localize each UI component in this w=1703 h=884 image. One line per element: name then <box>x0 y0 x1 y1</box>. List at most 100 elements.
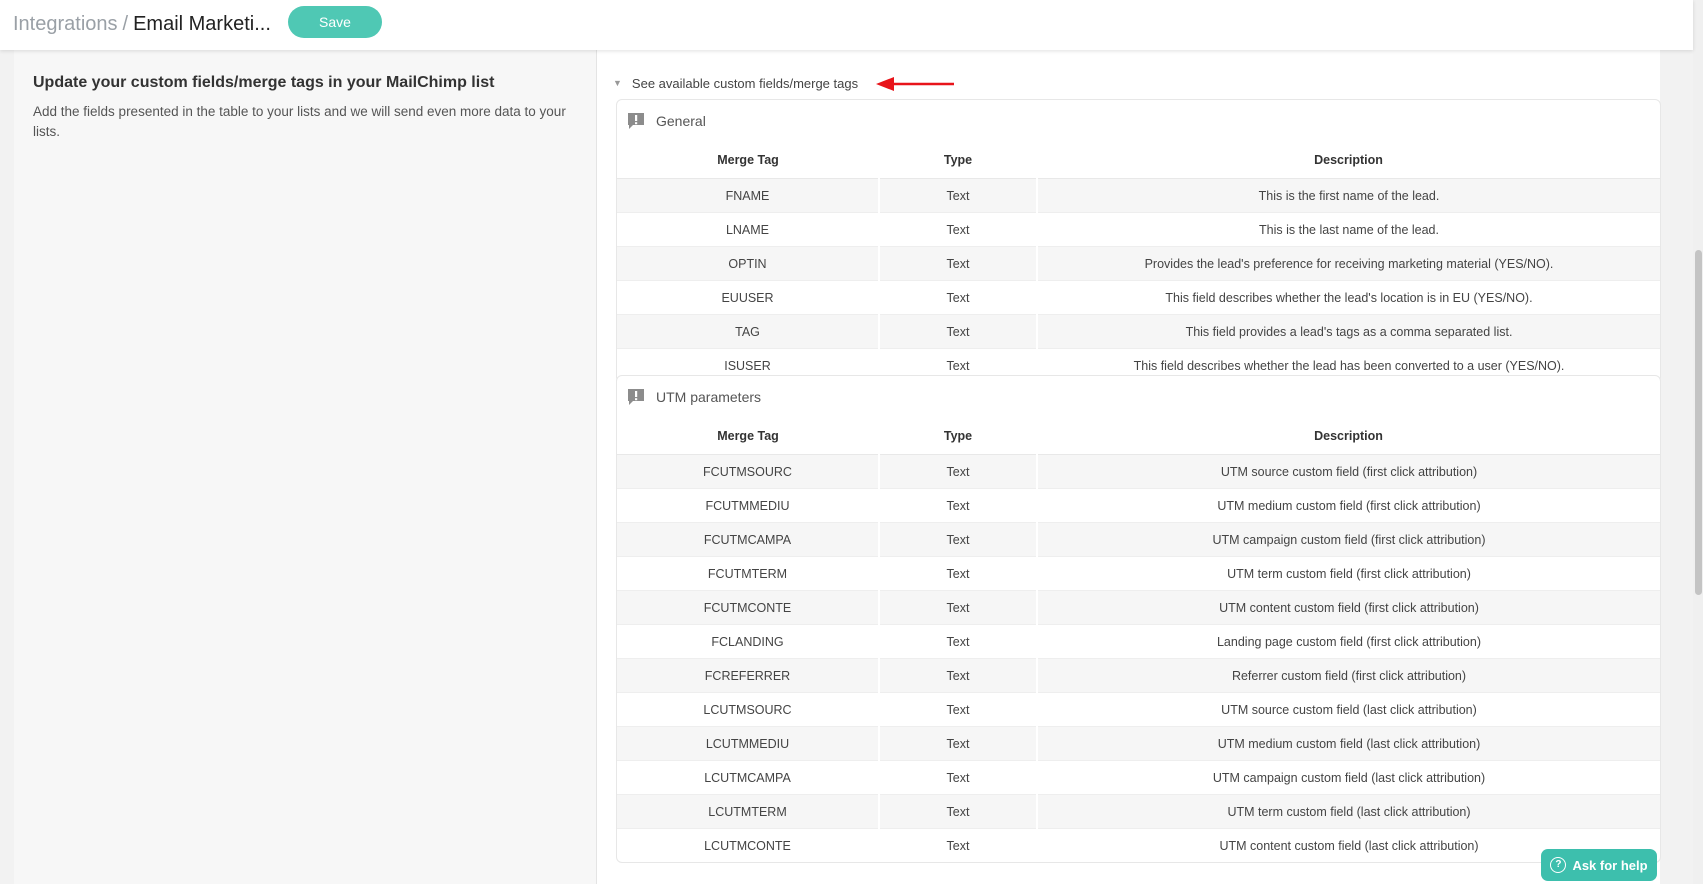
description-cell: Referrer custom field (first click attri… <box>1036 658 1660 693</box>
type-cell: Text <box>878 590 1037 625</box>
general-card-header: General <box>617 100 1660 142</box>
description-cell: UTM content custom field (first click at… <box>1036 590 1660 625</box>
type-cell: Text <box>878 556 1037 591</box>
merge-tag-cell: FCREFERRER <box>617 658 879 693</box>
table-row: LCUTMSOURC Text UTM source custom field (l… <box>617 692 1660 727</box>
main-panel: Update your custom fields/merge tags in … <box>14 50 1661 884</box>
table-header-row: Merge Tag Type Description <box>617 142 1660 179</box>
breadcrumb-separator: / <box>122 13 129 35</box>
description-cell: This field describes whether the lead's … <box>1036 280 1660 315</box>
description-cell: Provides the lead's preference for recei… <box>1036 246 1660 281</box>
toggle-label: See available custom fields/merge tags <box>631 75 859 91</box>
table-row: LNAME Text This is the last name of the le… <box>617 212 1660 247</box>
page-scrollbar-thumb[interactable] <box>1695 250 1702 595</box>
description-cell: UTM campaign custom field (last click at… <box>1036 760 1660 795</box>
red-arrow-annotation-icon <box>876 77 954 91</box>
table-row: FCUTMCAMPA Text UTM campaign custom field … <box>617 522 1660 557</box>
table-row: FNAME Text This is the first name of the l… <box>617 178 1660 213</box>
table-row: LCUTMCONTE Text UTM content custom field (… <box>617 828 1660 862</box>
description-cell: This is the last name of the lead. <box>1036 212 1660 247</box>
table-row: FCREFERRER Text Referrer custom field (fir… <box>617 658 1660 693</box>
column-header-description: Description <box>1037 418 1660 455</box>
merge-tag-cell: LCUTMCONTE <box>704 838 791 853</box>
custom-fields-toggle[interactable]: ▼ See available custom fields/merge tags <box>613 74 858 92</box>
type-cell: Text <box>878 760 1037 795</box>
type-cell: Text <box>878 246 1037 281</box>
merge-tag-cell: LCUTMMEDIU <box>617 726 879 761</box>
general-card-title: General <box>656 113 706 129</box>
description-cell: UTM source custom field (first click att… <box>1036 454 1660 489</box>
caret-down-icon: ▼ <box>613 78 622 88</box>
table-row: LCUTMCAMPA Text UTM campaign custom field … <box>617 760 1660 795</box>
merge-tag-cell: FCUTMSOURC <box>617 454 879 489</box>
table-row: OPTIN Text Provides the lead's preference … <box>617 246 1660 281</box>
table-row: FCLANDING Text Landing page custom field (… <box>617 624 1660 659</box>
merge-tag-cell: FCUTMCONTE <box>617 590 879 625</box>
ask-for-help-button[interactable]: ? Ask for help <box>1541 849 1657 881</box>
type-cell: Text <box>878 794 1037 829</box>
table-row: EUUSER Text This field describes whether t… <box>617 280 1660 315</box>
utm-card-header: UTM parameters <box>617 376 1660 418</box>
save-button[interactable]: Save <box>288 6 382 38</box>
table-header-row: Merge Tag Type Description <box>617 418 1660 455</box>
merge-tag-cell: LCUTMSOURC <box>617 692 879 727</box>
merge-tag-cell: FNAME <box>617 178 879 213</box>
type-cell: Text <box>878 280 1037 315</box>
utm-table: Merge Tag Type Description FCUTMSOURC Tex… <box>617 418 1660 862</box>
description-cell: UTM medium custom field (first click att… <box>1036 488 1660 523</box>
table-row: LCUTMTERM Text UTM term custom field (last… <box>617 794 1660 829</box>
column-header-merge-tag: Merge Tag <box>617 142 879 179</box>
description-cell: This field provides a lead's tags as a c… <box>1036 314 1660 349</box>
left-info-column: Update your custom fields/merge tags in … <box>14 50 597 884</box>
description-cell: Landing page custom field (first click a… <box>1036 624 1660 659</box>
description-cell: UTM term custom field (first click attri… <box>1036 556 1660 591</box>
type-cell: Text <box>878 726 1037 761</box>
type-cell: Text <box>878 488 1037 523</box>
utm-table-body: FCUTMSOURC Text UTM source custom field (f… <box>617 454 1660 862</box>
type-cell: Text <box>878 522 1037 557</box>
description-cell: UTM term custom field (last click attrib… <box>1036 794 1660 829</box>
merge-tag-cell: LNAME <box>617 212 879 247</box>
description-cell: This is the first name of the lead. <box>1036 178 1660 213</box>
general-table: Merge Tag Type Description FNAME Text This… <box>617 142 1660 382</box>
table-row: FCUTMMEDIU Text UTM medium custom field (f… <box>617 488 1660 523</box>
table-row: FCUTMTERM Text UTM term custom field (firs… <box>617 556 1660 591</box>
column-header-type: Type <box>879 142 1037 179</box>
description-cell: UTM campaign custom field (first click a… <box>1036 522 1660 557</box>
merge-tag-cell: LCUTMCAMPA <box>617 760 879 795</box>
merge-tag-cell: FCLANDING <box>617 624 879 659</box>
description-cell: UTM medium custom field (last click attr… <box>1036 726 1660 761</box>
general-card: General Merge Tag Type Description FNAME… <box>616 99 1661 383</box>
section-description: Add the fields presented in the table to… <box>33 104 566 139</box>
description-cell: UTM source custom field (last click attr… <box>1036 692 1660 727</box>
column-header-description: Description <box>1037 142 1660 179</box>
merge-tag-cell: FCUTMCAMPA <box>617 522 879 557</box>
type-cell: Text <box>878 692 1037 727</box>
merge-tag-cell: FCUTMTERM <box>617 556 879 591</box>
section-title: Update your custom fields/merge tags in … <box>33 74 495 91</box>
merge-tag-cell: TAG <box>617 314 879 349</box>
table-row: TAG Text This field provides a lead's tags… <box>617 314 1660 349</box>
table-row: FCUTMCONTE Text UTM content custom field (… <box>617 590 1660 625</box>
merge-tag-cell: OPTIN <box>617 246 879 281</box>
type-cell: Text <box>878 178 1037 213</box>
breadcrumb: Integrations / Email Marketi... <box>13 11 271 37</box>
type-cell: Text <box>878 624 1037 659</box>
table-row: LCUTMMEDIU Text UTM medium custom field (l… <box>617 726 1660 761</box>
type-cell: Text <box>878 454 1037 489</box>
exclamation-chat-icon <box>628 113 644 129</box>
page-title: Email Marketi... <box>133 13 271 35</box>
column-header-type: Type <box>879 418 1037 455</box>
exclamation-chat-icon <box>628 389 644 405</box>
type-cell: Text <box>878 212 1037 247</box>
utm-card-title: UTM parameters <box>656 389 762 405</box>
column-header-merge-tag: Merge Tag <box>617 418 879 455</box>
ask-for-help-label: Ask for help <box>1572 857 1648 873</box>
merge-tag-cell: LCUTMTERM <box>617 794 879 829</box>
type-cell: Text <box>878 828 1037 862</box>
table-row: FCUTMSOURC Text UTM source custom field (f… <box>617 454 1660 489</box>
general-table-body: FNAME Text This is the first name of the l… <box>617 178 1660 382</box>
breadcrumb-integrations-link[interactable]: Integrations <box>13 13 118 35</box>
type-cell: Text <box>878 658 1037 693</box>
question-circle-icon: ? <box>1550 857 1567 873</box>
